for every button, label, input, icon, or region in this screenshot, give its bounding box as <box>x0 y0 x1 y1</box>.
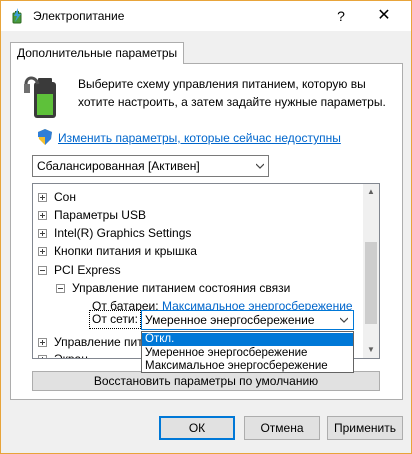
collapse-icon[interactable] <box>56 284 65 293</box>
help-button[interactable]: ? <box>326 5 356 27</box>
change-unavailable-settings-link[interactable]: Изменить параметры, которые сейчас недос… <box>58 131 341 145</box>
dropdown-option-moderate[interactable]: Умеренное энергосбережение <box>142 347 353 360</box>
expand-icon[interactable] <box>38 338 47 347</box>
on-ac-value: Умеренное энергосбережение <box>145 313 315 327</box>
on-ac-label: От сети: <box>89 310 141 329</box>
cancel-button[interactable]: Отмена <box>244 416 320 440</box>
scrollbar-thumb[interactable] <box>365 242 377 324</box>
power-plan-value: Сбалансированная [Активен] <box>37 159 200 173</box>
close-button[interactable]: ✕ <box>366 5 402 27</box>
on-ac-select[interactable]: Умеренное энергосбережение <box>141 310 354 330</box>
title-bar[interactable]: Электропитание ? ✕ <box>1 1 411 31</box>
expand-icon[interactable] <box>38 355 47 358</box>
power-options-window: Электропитание ? ✕ Дополнительные параме… <box>0 0 412 454</box>
power-plan-select[interactable]: Сбалансированная [Активен] <box>32 155 269 177</box>
tree-scrollbar[interactable]: ▲ ▼ <box>363 184 379 358</box>
intro-text: Выберите схему управления питанием, кото… <box>78 77 386 109</box>
scroll-down-icon[interactable]: ▼ <box>363 342 379 358</box>
expand-icon[interactable] <box>38 229 47 238</box>
tab-advanced-settings[interactable]: Дополнительные параметры <box>10 42 185 64</box>
expand-icon[interactable] <box>38 193 47 202</box>
expand-icon[interactable] <box>38 211 47 220</box>
power-options-icon <box>12 8 22 24</box>
battery-power-icon <box>24 76 56 118</box>
expand-icon[interactable] <box>38 247 47 256</box>
window-title: Электропитание <box>33 9 125 23</box>
on-ac-dropdown-list[interactable]: Откл. Умеренное энергосбережение Максима… <box>141 331 354 373</box>
dropdown-option-maximum[interactable]: Максимальное энергосбережение <box>142 360 353 373</box>
ok-button[interactable]: ОК <box>159 416 235 440</box>
apply-button[interactable]: Применить <box>327 416 403 440</box>
scroll-up-icon[interactable]: ▲ <box>363 184 379 200</box>
chevron-down-icon <box>256 163 264 169</box>
chevron-down-icon <box>340 317 348 323</box>
uac-shield-icon <box>38 129 52 145</box>
restore-defaults-button[interactable]: Восстановить параметры по умолчанию <box>32 371 380 391</box>
dropdown-option-off[interactable]: Откл. <box>142 333 353 346</box>
collapse-icon[interactable] <box>38 266 47 275</box>
